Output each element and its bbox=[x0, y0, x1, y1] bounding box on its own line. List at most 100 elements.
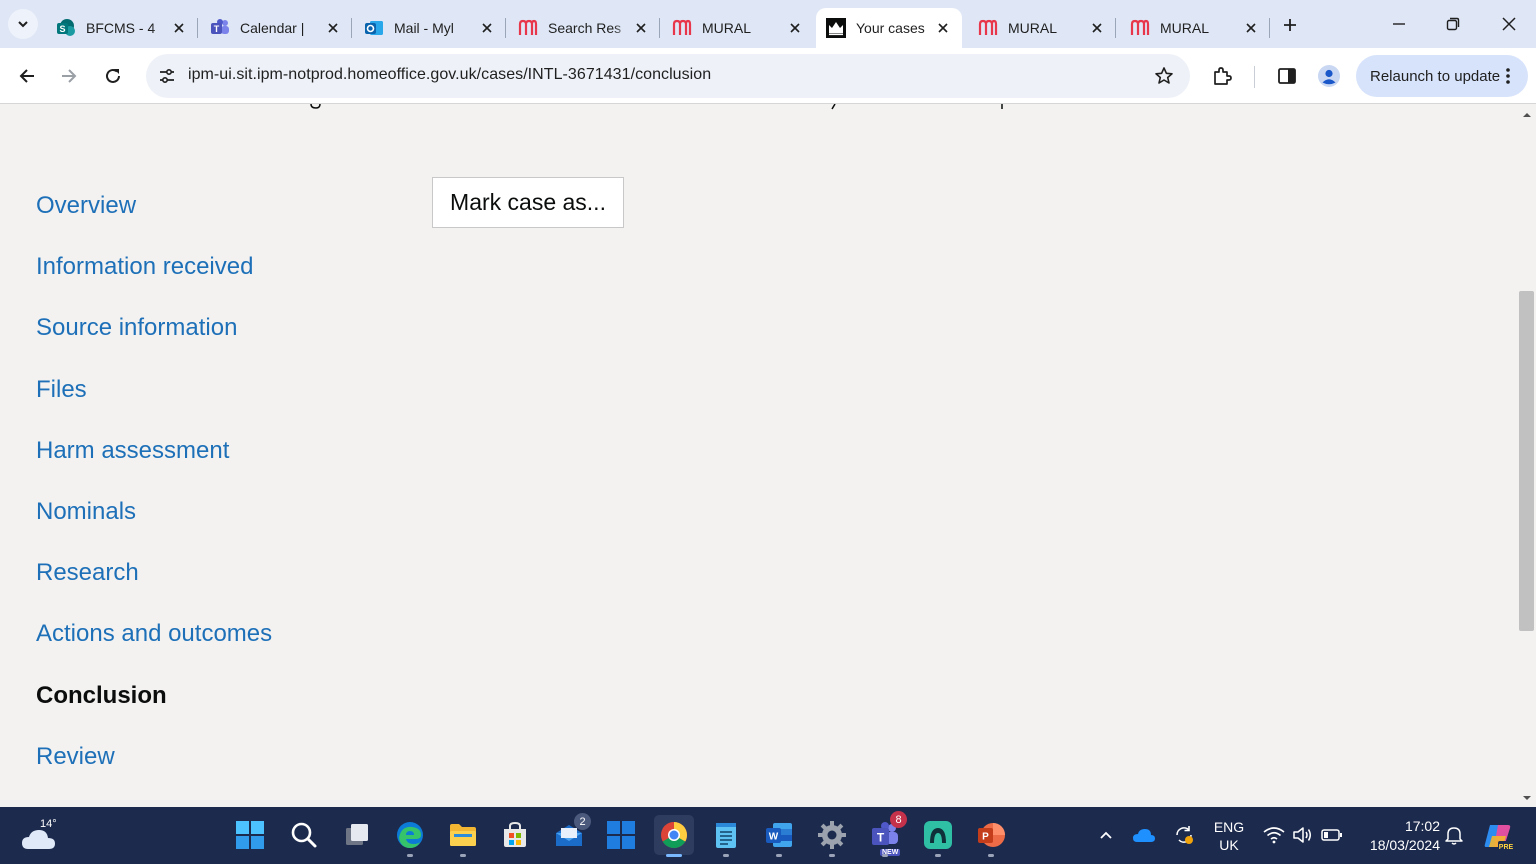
close-icon[interactable] bbox=[630, 17, 652, 39]
running-indicator bbox=[666, 854, 682, 857]
notepad-app[interactable] bbox=[706, 815, 746, 857]
close-icon[interactable] bbox=[168, 17, 190, 39]
tab-your-cases[interactable]: Your cases bbox=[816, 8, 962, 48]
running-indicator bbox=[460, 854, 466, 857]
mark-case-as-button[interactable]: Mark case as... bbox=[432, 177, 624, 228]
gear-icon bbox=[818, 821, 846, 849]
show-hidden-icons-button[interactable] bbox=[1094, 823, 1118, 847]
running-indicator bbox=[776, 854, 782, 857]
side-panel-icon bbox=[1278, 68, 1296, 84]
more-vert-icon[interactable] bbox=[1498, 65, 1518, 87]
chrome-app[interactable] bbox=[654, 815, 694, 857]
page-scrollbar[interactable] bbox=[1518, 104, 1536, 807]
puzzle-icon bbox=[1214, 67, 1232, 85]
profile-button[interactable] bbox=[1313, 60, 1345, 92]
word-app[interactable]: W bbox=[759, 815, 799, 857]
close-icon[interactable] bbox=[322, 17, 344, 39]
windows-app[interactable] bbox=[601, 815, 641, 855]
scroll-up-arrow-icon[interactable] bbox=[1522, 110, 1532, 120]
tab-search-button[interactable] bbox=[8, 9, 38, 39]
new-tab-button[interactable] bbox=[1276, 11, 1304, 39]
close-icon[interactable] bbox=[476, 17, 498, 39]
mail-app[interactable]: 2 bbox=[549, 813, 591, 855]
reload-button[interactable] bbox=[95, 58, 131, 94]
volume-tray[interactable] bbox=[1290, 823, 1314, 847]
task-view-icon bbox=[346, 824, 368, 845]
nav-link-nominals[interactable]: Nominals bbox=[36, 496, 272, 557]
search-icon bbox=[291, 822, 317, 848]
scroll-down-arrow-icon[interactable] bbox=[1522, 793, 1532, 803]
nav-link-information-received[interactable]: Information received bbox=[36, 251, 272, 312]
weather-temperature: 14° bbox=[38, 818, 59, 830]
bookmark-star-icon[interactable] bbox=[1150, 62, 1178, 90]
scrollbar-thumb[interactable] bbox=[1519, 291, 1534, 631]
tab-title: BFCMS - 4 bbox=[86, 20, 156, 36]
battery-tray[interactable] bbox=[1320, 823, 1344, 847]
search-button[interactable] bbox=[284, 815, 324, 855]
tab-mail[interactable]: Mail - Myl bbox=[354, 8, 506, 48]
side-panel-button[interactable] bbox=[1271, 60, 1303, 92]
nav-link-conclusion-current: Conclusion bbox=[36, 681, 167, 709]
tab-separator bbox=[351, 18, 352, 38]
minimize-button[interactable] bbox=[1372, 0, 1426, 48]
restore-button[interactable] bbox=[1426, 0, 1480, 48]
word-icon: W bbox=[766, 823, 792, 847]
relaunch-to-update-button[interactable]: Relaunch to update bbox=[1356, 55, 1528, 97]
running-indicator bbox=[407, 854, 413, 857]
nav-link-source-information[interactable]: Source information bbox=[36, 312, 272, 373]
windows-logo-icon bbox=[236, 821, 264, 849]
sync-tray[interactable] bbox=[1172, 823, 1196, 847]
back-button[interactable] bbox=[9, 58, 45, 94]
start-button[interactable] bbox=[230, 815, 270, 855]
extensions-button[interactable] bbox=[1206, 60, 1238, 92]
notifications-button[interactable] bbox=[1442, 823, 1466, 847]
sync-icon bbox=[1176, 826, 1193, 844]
wifi-tray[interactable] bbox=[1262, 823, 1286, 847]
nav-link-overview[interactable]: Overview bbox=[36, 190, 272, 251]
tab-mural-3[interactable]: MURAL bbox=[1120, 8, 1270, 48]
language-code: ENG bbox=[1213, 819, 1245, 835]
close-icon[interactable] bbox=[784, 17, 806, 39]
arrow-right-icon bbox=[62, 69, 77, 83]
tab-separator bbox=[1269, 18, 1270, 38]
forward-button[interactable] bbox=[51, 58, 87, 94]
copilot-button[interactable]: PRE bbox=[1482, 819, 1516, 853]
close-icon[interactable] bbox=[1086, 17, 1108, 39]
nav-link-actions-and-outcomes[interactable]: Actions and outcomes bbox=[36, 618, 272, 679]
close-window-button[interactable] bbox=[1482, 0, 1536, 48]
folder-icon bbox=[450, 824, 476, 846]
onedrive-tray[interactable] bbox=[1132, 823, 1156, 847]
nav-link-files[interactable]: Files bbox=[36, 374, 272, 435]
arch-app-icon bbox=[924, 821, 952, 849]
mural-icon bbox=[1130, 18, 1150, 38]
settings-app[interactable] bbox=[812, 815, 852, 857]
input-language-indicator[interactable]: ENG UK bbox=[1210, 818, 1248, 854]
clock-time: 17:02 bbox=[1404, 818, 1440, 834]
nav-link-review[interactable]: Review bbox=[36, 741, 272, 802]
url-text[interactable]: ipm-ui.sit.ipm-notprod.homeoffice.gov.uk… bbox=[188, 66, 711, 84]
file-explorer-app[interactable] bbox=[443, 815, 483, 857]
close-icon[interactable] bbox=[932, 17, 954, 39]
edge-icon bbox=[397, 822, 423, 848]
task-view-button[interactable] bbox=[337, 815, 377, 855]
tab-calendar[interactable]: T Calendar | bbox=[200, 8, 352, 48]
weather-widget[interactable]: 14° bbox=[18, 815, 68, 855]
svg-text:S: S bbox=[59, 24, 65, 34]
tab-bfcms[interactable]: S BFCMS - 4 bbox=[46, 8, 198, 48]
edge-app[interactable] bbox=[390, 815, 430, 857]
close-icon[interactable] bbox=[1240, 17, 1262, 39]
tab-search-results[interactable]: Search Res bbox=[508, 8, 660, 48]
address-bar[interactable]: ipm-ui.sit.ipm-notprod.homeoffice.gov.uk… bbox=[146, 54, 1190, 98]
mural-icon bbox=[518, 18, 538, 38]
powerpoint-app[interactable]: P bbox=[971, 815, 1011, 857]
microsoft-store-app[interactable] bbox=[495, 815, 535, 855]
nav-link-harm-assessment[interactable]: Harm assessment bbox=[36, 435, 272, 496]
remote-app[interactable] bbox=[918, 815, 958, 857]
teams-app[interactable]: T 8 NEW bbox=[865, 811, 907, 857]
tab-separator bbox=[197, 18, 198, 38]
system-clock[interactable]: 17:02 18/03/2024 bbox=[1356, 817, 1440, 855]
tab-mural[interactable]: MURAL bbox=[662, 8, 814, 48]
nav-link-research[interactable]: Research bbox=[36, 557, 272, 618]
tab-mural-2[interactable]: MURAL bbox=[968, 8, 1116, 48]
site-info-icon[interactable] bbox=[152, 61, 182, 91]
